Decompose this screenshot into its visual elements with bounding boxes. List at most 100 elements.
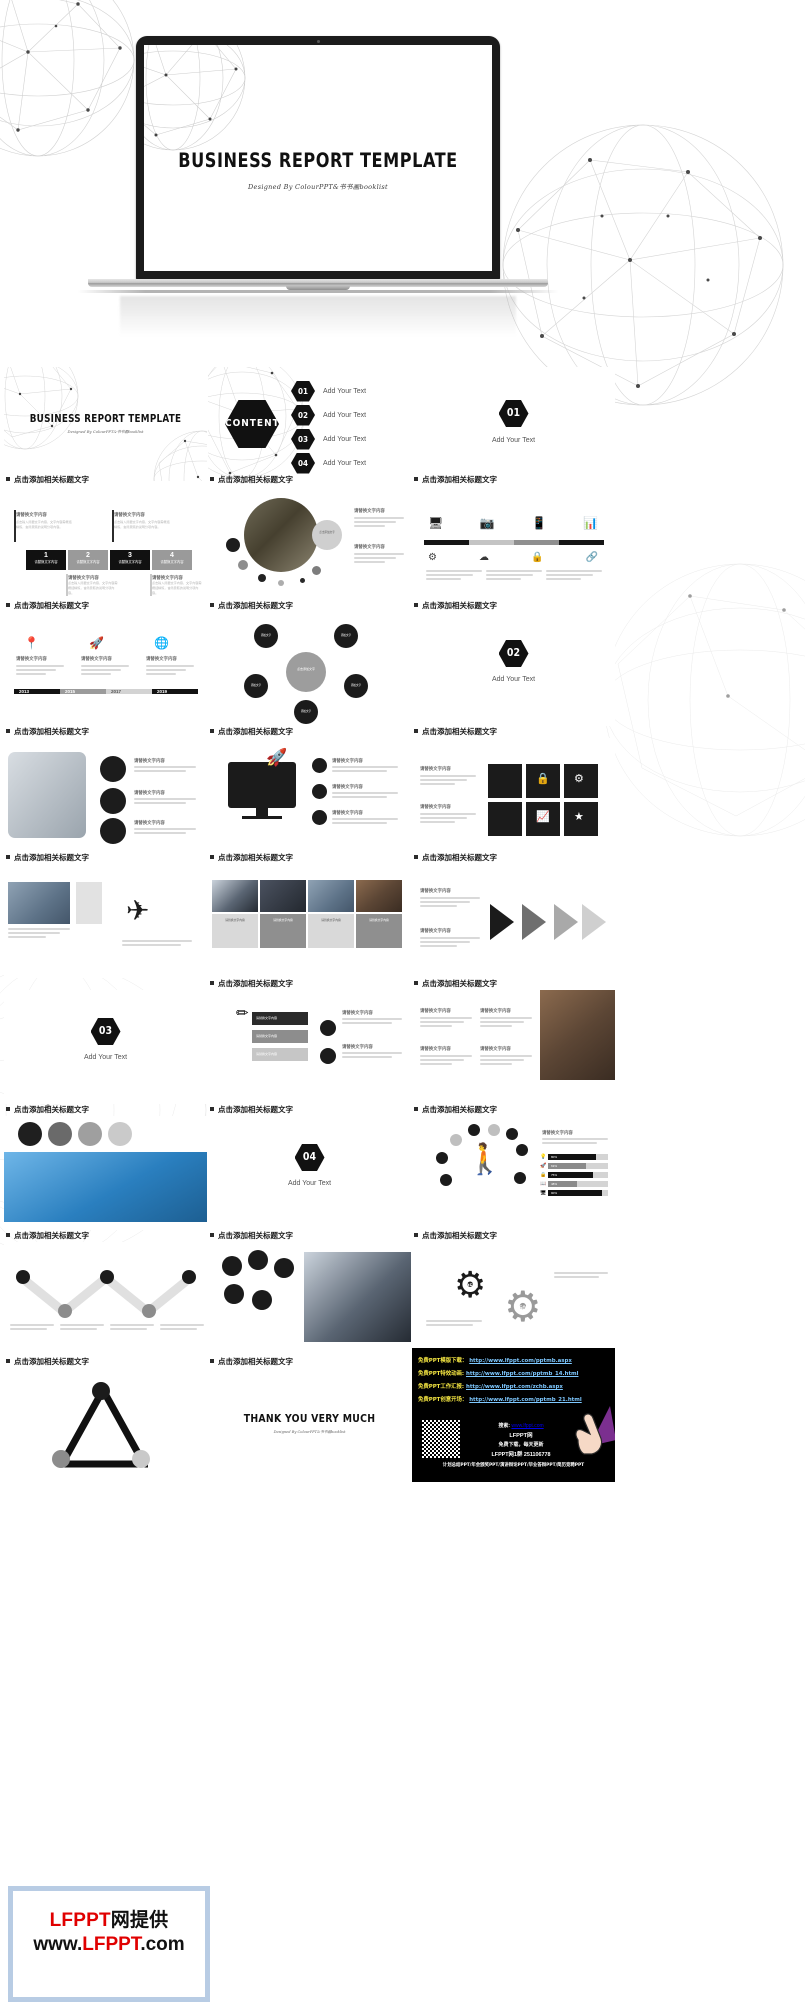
node-circle[interactable] (320, 1048, 336, 1064)
list-item[interactable]: 04 Add Your Text (291, 452, 406, 474)
node-circle[interactable] (312, 810, 327, 825)
node-circle[interactable] (252, 1290, 272, 1310)
puzzle-piece[interactable] (488, 802, 522, 836)
slide-phone-mockup[interactable]: 请替换文字内容 请替换文字内容 请替换文字内容 (4, 738, 207, 852)
slide-circle-network[interactable]: 点击添加文字 添加文字 添加文字 添加文字 添加文字 添加文字 (208, 612, 411, 726)
puzzle-piece[interactable] (488, 764, 522, 798)
node-circle[interactable] (132, 1450, 150, 1468)
node-circle[interactable] (100, 756, 126, 782)
note-title: 请替换文字内容 (542, 1131, 573, 1136)
node-label: 添加文字 (300, 710, 312, 713)
node-circle[interactable] (312, 784, 327, 799)
section-number: 04 (294, 1144, 325, 1171)
tile-label: 请替换文字内容 (273, 918, 293, 922)
node-circle[interactable] (92, 1382, 110, 1400)
slide-handshake-photo[interactable] (208, 1242, 411, 1356)
card-label: 请替换文字内容 (34, 560, 58, 564)
slide-section-02[interactable]: 02 Add Your Text (412, 612, 615, 726)
node-circle[interactable] (100, 1270, 114, 1284)
slide-timeline-cards[interactable]: 请替换文字内容 点击输入简要文字内容，文字内容需概括精炼，言简意赅的说明分项内容… (4, 486, 207, 600)
node-circle[interactable] (320, 1020, 336, 1036)
slide-pencil-banners[interactable]: ✏ 请替换文字内容 请替换文字内容 请替换文字内容 请替换文字内容 请替换文字内… (208, 990, 411, 1104)
slide-photo-grid[interactable]: 请替换文字内容 请替换文字内容 请替换文字内容 请替换文字内容 (208, 864, 411, 978)
promo-row-link[interactable]: http://www.lfppt.com/pptmb_14.html (466, 1371, 579, 1377)
node-circle[interactable] (468, 1124, 480, 1136)
node-circle[interactable] (488, 1124, 500, 1136)
thanks-title: THANK YOU VERY MUCH (243, 1412, 376, 1425)
slide-title[interactable]: BUSINESS REPORT TEMPLATE Designed By Col… (4, 367, 207, 481)
list-item[interactable]: 03 Add Your Text (291, 428, 406, 450)
promo-row[interactable]: 免费PPT特效动画: http://www.lfppt.com/pptmb_14… (418, 1369, 582, 1377)
slide-caption: 点击添加相关标题文字 (414, 474, 497, 485)
note-title: 请替换文字内容 (420, 767, 451, 772)
node-circle[interactable] (18, 1122, 42, 1146)
banner-label: 请替换文字内容 (256, 1052, 278, 1056)
node-circle[interactable] (506, 1128, 518, 1140)
slide-gears[interactable]: ⚙ 25% ⚙ 50% (412, 1242, 615, 1356)
note-body: 点击输入简要文字内容，文字内容需概括精炼，言简意赅的说明分项内容。 (152, 581, 202, 595)
slide-section-01[interactable]: 01 Add Your Text (412, 367, 615, 481)
center-label: 点击添加文字 (296, 667, 315, 671)
node-circle[interactable] (100, 788, 126, 814)
node-circle[interactable] (516, 1144, 528, 1156)
slide-hands-photo[interactable]: 请替换文字内容 请替换文字内容 请替换文字内容 请替换文字内容 (412, 990, 615, 1104)
bar-value: 75% (551, 1172, 558, 1177)
promo-row[interactable]: 免费PPT模版下载： http://www.lfppt.com/pptmb.as… (418, 1356, 582, 1364)
card-label: 请替换文字内容 (76, 560, 100, 564)
slide-puzzle[interactable]: 请替换文字内容 请替换文字内容 🔒 ⚙ 📈 ★ (412, 738, 615, 852)
node-circle[interactable] (450, 1134, 462, 1146)
node-circle[interactable] (16, 1270, 30, 1284)
slide-stairs-network[interactable]: 🚶 请替换文字内容 💡 80% 🚀 63% 🔒 75% 📖 48% 🖥 90% (412, 1116, 615, 1230)
slide-circle-photo[interactable]: 点击添加文字 请替换文字内容 请替换文字内容 (208, 486, 411, 600)
watermark-line-2: www.LFPPT.com (33, 1934, 184, 1956)
slide-caption: 点击添加相关标题文字 (6, 1104, 89, 1115)
node-circle[interactable] (222, 1256, 242, 1276)
promo-row-label: 免费PPT创意开场： (418, 1397, 468, 1403)
slide-zigzag[interactable] (4, 1242, 207, 1356)
node-circle[interactable] (108, 1122, 132, 1146)
content-hexagon: CONTENT (225, 400, 279, 448)
globe-decor-slide-title-br (152, 429, 207, 481)
promo-row-link[interactable]: http://www.lfppt.com/zchb.aspx (466, 1384, 563, 1390)
promo-row[interactable]: 免费PPT创意开场： http://www.lfppt.com/pptmb_21… (418, 1395, 582, 1403)
node-circle[interactable] (142, 1304, 156, 1318)
promo-search-link[interactable]: www.lfppt.com (511, 1423, 543, 1429)
location-icon: 📍 (24, 636, 39, 650)
slide-caption: 点击添加相关标题文字 (414, 978, 497, 989)
node-circle[interactable] (182, 1270, 196, 1284)
node-circle[interactable] (274, 1258, 294, 1278)
node-circle[interactable] (436, 1152, 448, 1164)
slide-device-icons[interactable]: 🖥 📷 📱 📊 ⚙ ☁ 🔒 🔗 (412, 486, 615, 600)
node-circle[interactable] (248, 1250, 268, 1270)
node-circle[interactable] (312, 758, 327, 773)
slide-team-plane[interactable]: ✈ (4, 864, 207, 978)
slide-thank-you[interactable]: THANK YOU VERY MUCH Designed By ColourPP… (208, 1368, 411, 1482)
tile-label: 请替换文字内容 (225, 918, 245, 922)
slide-triangle[interactable] (4, 1368, 207, 1482)
node-circle[interactable] (52, 1450, 70, 1468)
slide-arrows[interactable]: 请替换文字内容 请替换文字内容 (412, 864, 615, 978)
node-circle[interactable] (48, 1122, 72, 1146)
slide-city-photo[interactable] (4, 1116, 207, 1230)
node-circle[interactable] (58, 1304, 72, 1318)
monitor-base (242, 816, 282, 819)
node-circle[interactable] (224, 1284, 244, 1304)
slide-year-timeline[interactable]: 📍 🚀 🌐 请替换文字内容 请替换文字内容 请替换文字内容 2013 2015 … (4, 612, 207, 726)
list-item[interactable]: 02 Add Your Text (291, 404, 406, 426)
qr-code (422, 1420, 460, 1458)
list-item[interactable]: 01 Add Your Text (291, 380, 406, 402)
node-circle[interactable] (78, 1122, 102, 1146)
slide-monitor-rocket[interactable]: 🚀 请替换文字内容 请替换文字内容 请替换文字内容 (208, 738, 411, 852)
slide-content[interactable]: CONTENT 01 Add Your Text 02 Add Your Tex… (208, 367, 411, 481)
lock-icon: 🔒 (540, 1172, 547, 1178)
promo-row-link[interactable]: http://www.lfppt.com/pptmb.aspx (469, 1358, 572, 1364)
node-circle[interactable] (100, 818, 126, 844)
promo-banner[interactable]: 免费PPT模版下载： http://www.lfppt.com/pptmb.as… (412, 1348, 615, 1482)
item-title: 请替换文字内容 (146, 657, 177, 662)
node-circle[interactable] (440, 1174, 452, 1186)
slide-section-04[interactable]: 04 Add Your Text (208, 1116, 411, 1230)
node-circle[interactable] (514, 1172, 526, 1184)
promo-row[interactable]: 免费PPT工作汇报: http://www.lfppt.com/zchb.asp… (418, 1382, 582, 1390)
content-item-number: 03 (291, 428, 315, 450)
slide-section-03[interactable]: 03 Add Your Text (4, 990, 207, 1104)
